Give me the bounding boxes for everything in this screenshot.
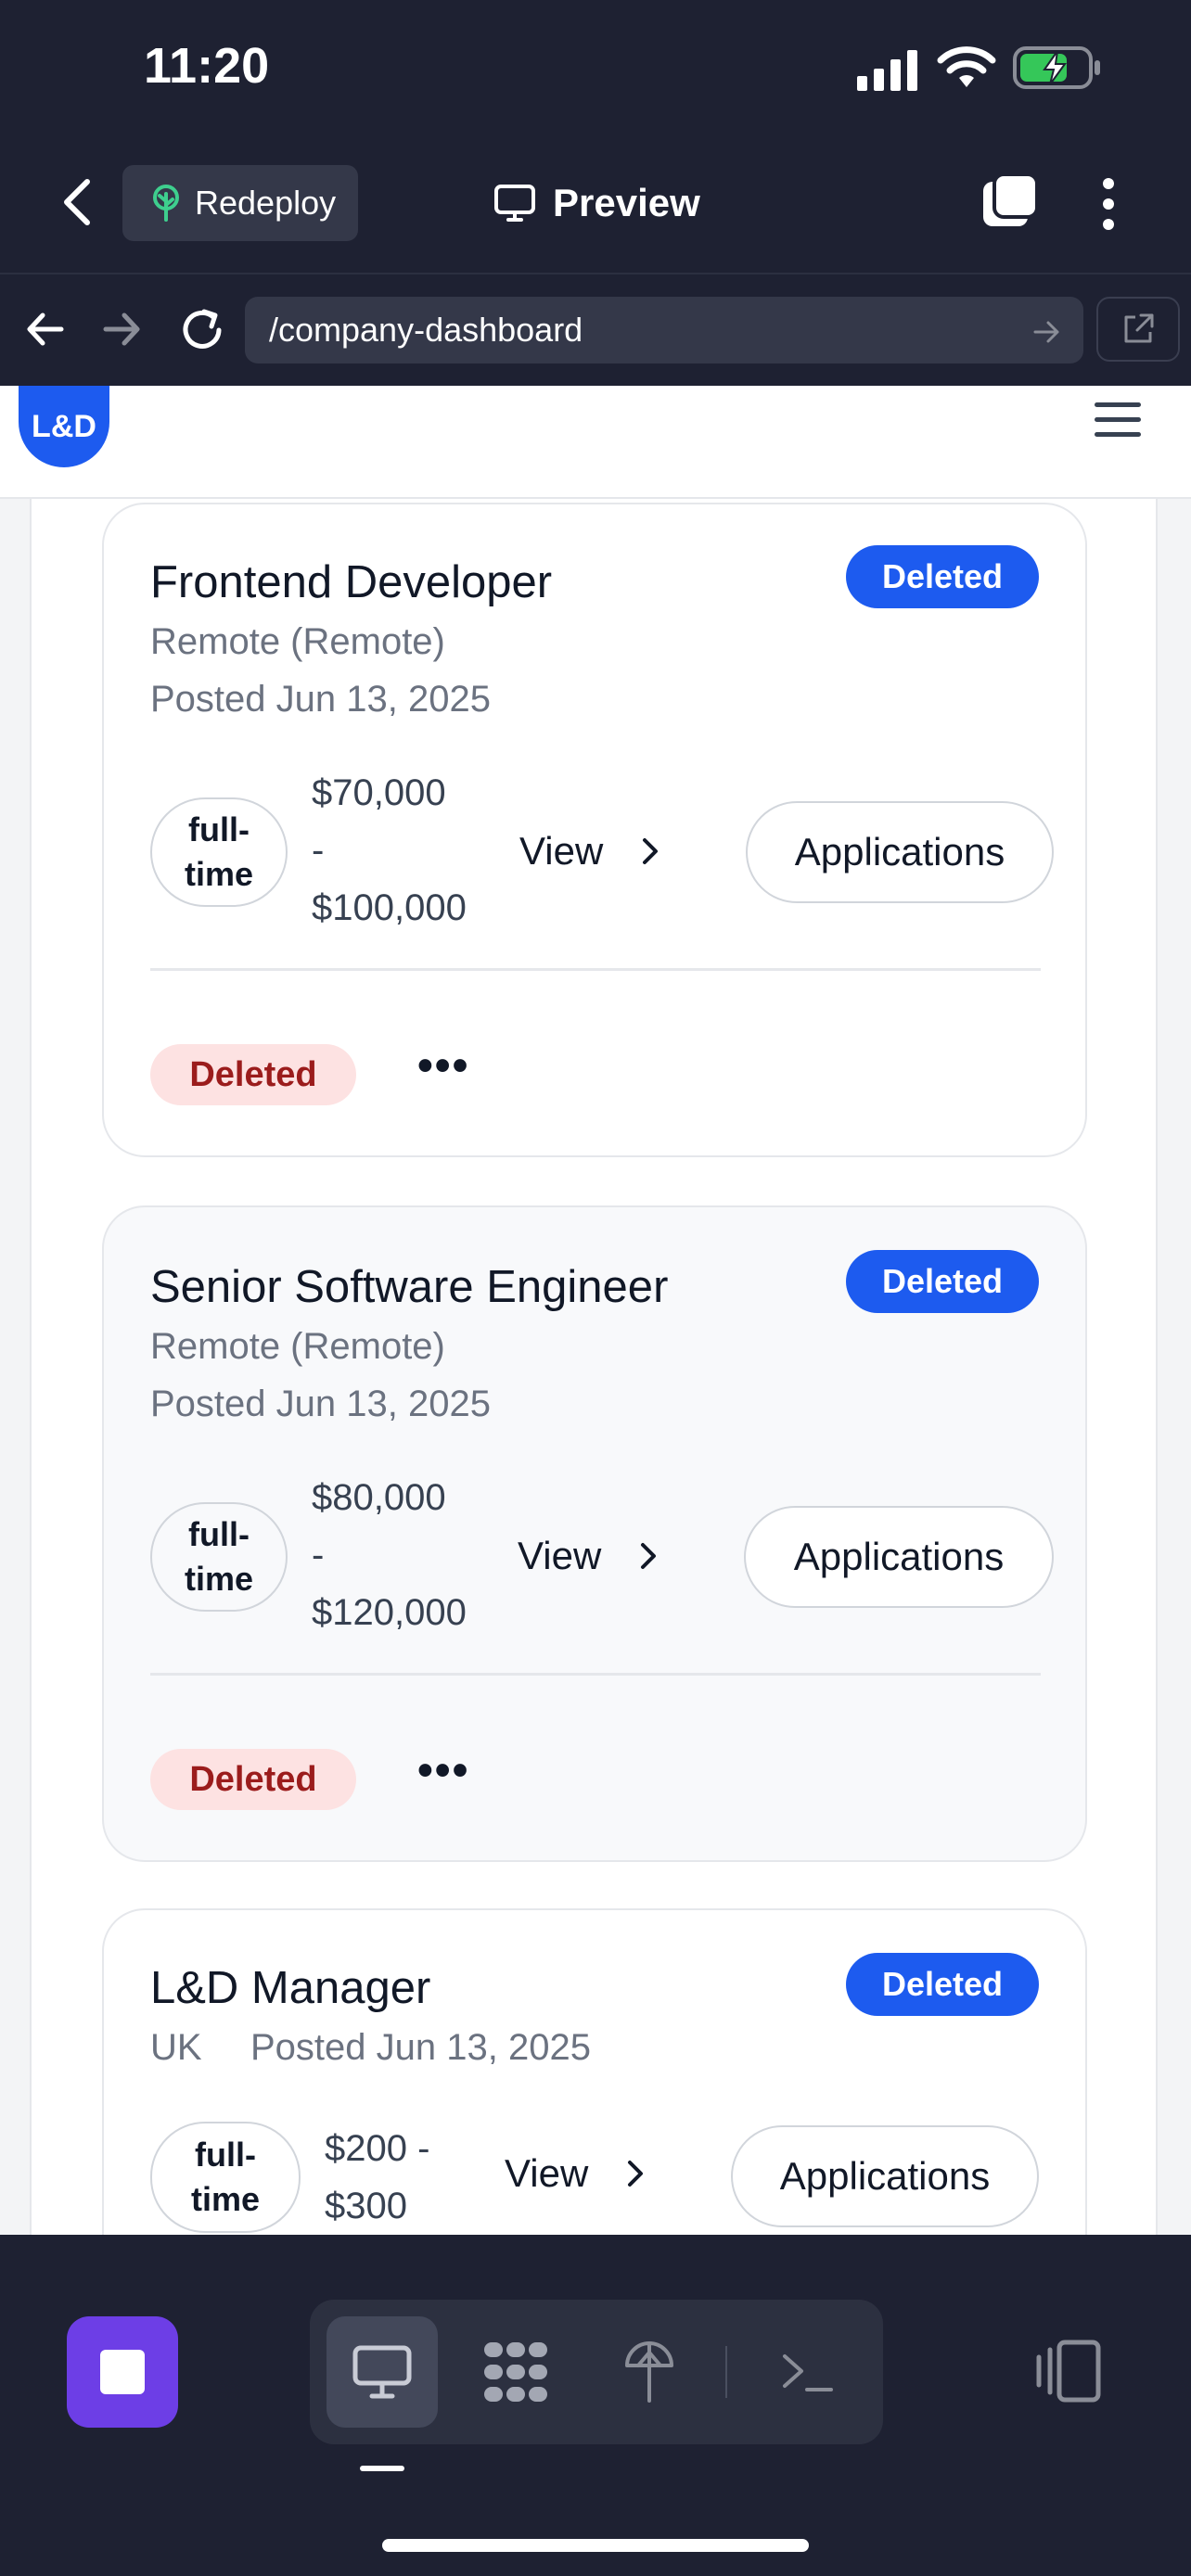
monitor-icon — [494, 185, 535, 222]
home-indicator[interactable] — [382, 2539, 809, 2552]
tabs-icon[interactable] — [980, 172, 1039, 232]
view-label: View — [505, 2151, 589, 2195]
job-type-pill: full-time — [150, 2122, 301, 2233]
applications-button[interactable]: Applications — [731, 2125, 1039, 2227]
preview-title[interactable]: Preview — [493, 172, 700, 234]
job-location: UK — [150, 2027, 202, 2068]
hamburger-icon[interactable] — [1095, 402, 1141, 440]
reload-icon[interactable] — [176, 304, 228, 356]
preview-label: Preview — [553, 181, 700, 224]
signal-icon — [857, 50, 917, 91]
job-posted-date: Posted Jun 13, 2025 — [150, 679, 491, 720]
job-location: Remote (Remote) — [150, 621, 445, 662]
url-text: /company-dashboard — [269, 311, 583, 349]
desktop-icon — [352, 2345, 412, 2399]
logo[interactable]: L&D — [19, 386, 109, 467]
job-salary: $70,000- $100,000 — [312, 772, 467, 928]
status-chip: Deleted — [150, 1044, 356, 1105]
more-options-button[interactable]: ••• — [417, 1040, 469, 1091]
device-toggle-icon[interactable] — [1031, 2337, 1106, 2407]
job-title: Senior Software Engineer — [150, 1262, 669, 1312]
job-type-pill: full-time — [150, 797, 288, 907]
toolbar-separator — [725, 2346, 727, 2398]
job-title: L&D Manager — [150, 1963, 431, 2013]
status-badge: Deleted — [846, 545, 1039, 608]
deploy-view-button[interactable] — [594, 2316, 705, 2428]
arrow-left-icon[interactable] — [22, 306, 69, 352]
toolbar-divider — [0, 273, 1191, 274]
applications-button[interactable]: Applications — [744, 1506, 1054, 1608]
view-link[interactable]: View — [505, 2151, 646, 2196]
job-posted-date: Posted Jun 13, 2025 — [150, 1384, 491, 1424]
arrow-right-icon[interactable] — [98, 306, 145, 352]
redeploy-label: Redeploy — [195, 184, 337, 222]
card-divider — [150, 1673, 1041, 1676]
view-label: View — [518, 1534, 602, 1577]
job-card: L&D Manager Deleted UK Posted Jun 13, 20… — [102, 1908, 1087, 2235]
view-label: View — [519, 829, 604, 873]
battery-icon — [1013, 46, 1100, 89]
more-options-button[interactable]: ••• — [417, 1745, 469, 1796]
terminal-icon — [783, 2354, 833, 2391]
chevron-right-icon — [641, 1543, 657, 1569]
external-link-button[interactable] — [1096, 297, 1180, 362]
redeploy-button[interactable]: Redeploy — [122, 165, 358, 241]
status-chip: Deleted — [150, 1749, 356, 1810]
site-header: L&D — [0, 386, 1191, 499]
active-tab-indicator — [360, 2466, 404, 2471]
tree-icon — [153, 185, 179, 222]
external-link-icon — [1124, 313, 1154, 343]
job-type-pill: full-time — [150, 1502, 288, 1612]
url-input[interactable]: /company-dashboard — [245, 297, 1083, 363]
wifi-icon — [937, 46, 996, 87]
job-location: Remote (Remote) — [150, 1326, 445, 1367]
view-link[interactable]: View — [518, 1534, 659, 1578]
more-vertical-icon[interactable] — [1093, 174, 1124, 234]
job-card: Senior Software Engineer Deleted Remote … — [102, 1205, 1087, 1862]
go-arrow-icon[interactable] — [1030, 315, 1063, 349]
job-salary: $80,000- $120,000 — [312, 1477, 467, 1633]
network-view-button[interactable] — [460, 2316, 571, 2428]
view-link[interactable]: View — [519, 829, 660, 874]
card-divider — [150, 968, 1041, 971]
job-card: Frontend Developer Deleted Remote (Remot… — [102, 503, 1087, 1157]
status-time: 11:20 — [144, 38, 270, 94]
chevron-right-icon — [628, 2161, 644, 2187]
chevron-right-icon — [643, 838, 659, 864]
status-badge: Deleted — [846, 1250, 1039, 1313]
status-badge: Deleted — [846, 1953, 1039, 2016]
back-chevron-icon[interactable] — [56, 174, 100, 230]
job-salary: $200 - $300 — [325, 2128, 430, 2226]
stop-button[interactable] — [67, 2316, 178, 2428]
job-posted-date: Posted Jun 13, 2025 — [250, 2027, 591, 2068]
stop-icon — [100, 2350, 145, 2394]
view-switcher — [310, 2300, 883, 2444]
desktop-view-button[interactable] — [327, 2316, 438, 2428]
web-content: L&D Frontend Developer Deleted Remote (R… — [0, 386, 1191, 2235]
terminal-view-button[interactable] — [751, 2316, 863, 2428]
applications-button[interactable]: Applications — [746, 801, 1054, 903]
deploy-icon — [625, 2341, 673, 2403]
job-title: Frontend Developer — [150, 557, 553, 607]
network-icon — [484, 2342, 547, 2402]
